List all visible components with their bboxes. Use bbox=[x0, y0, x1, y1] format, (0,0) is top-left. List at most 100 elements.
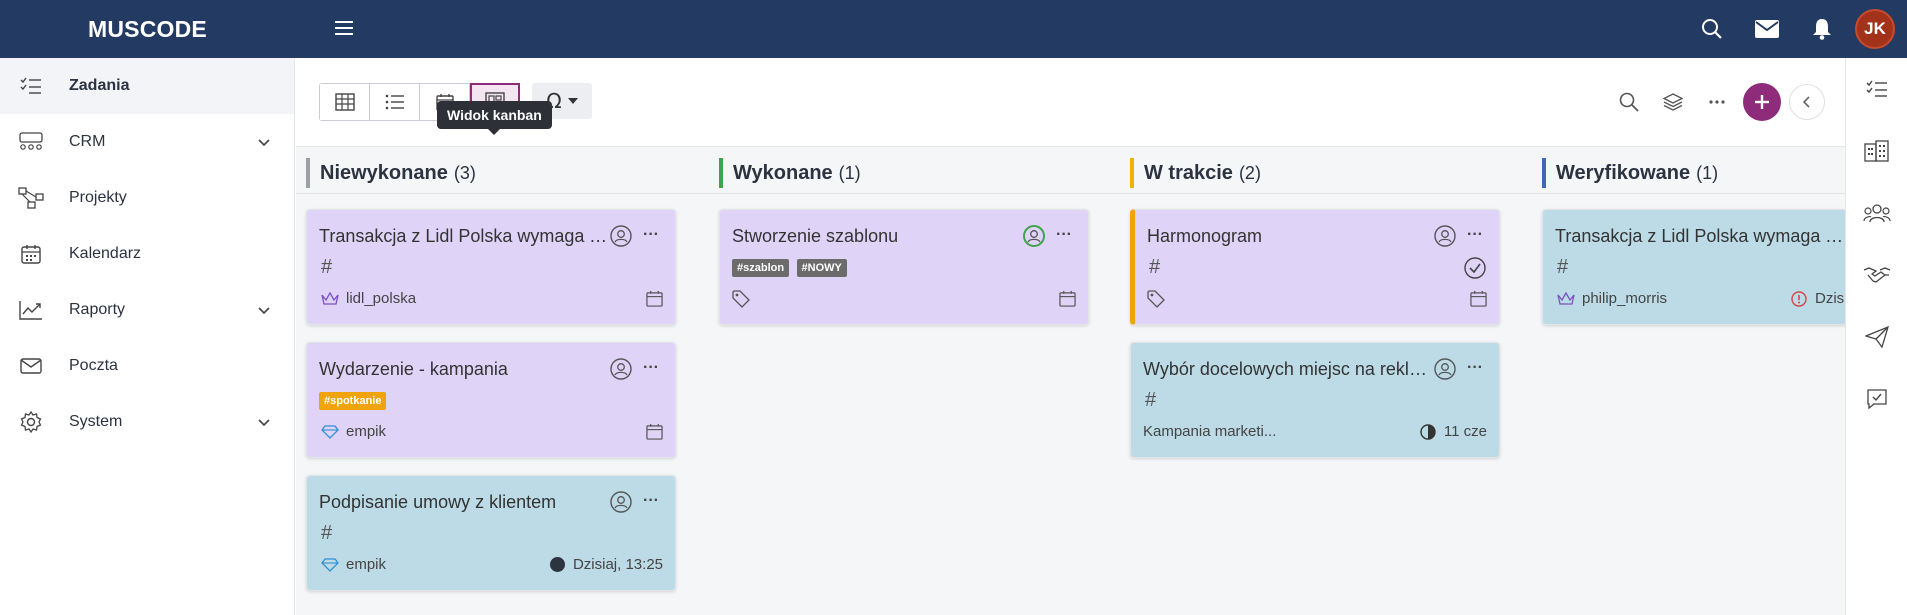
more-options-icon[interactable] bbox=[1695, 82, 1739, 122]
user-avatar-icon[interactable] bbox=[609, 357, 633, 381]
chat-check-icon[interactable] bbox=[1846, 368, 1907, 430]
due-date[interactable]: 11 cze bbox=[1420, 423, 1487, 440]
column-header: Niewykonane (3) bbox=[306, 158, 476, 188]
task-title[interactable]: Stworzenie szablonu bbox=[732, 226, 898, 247]
mail-icon[interactable] bbox=[1739, 0, 1794, 58]
hashtag-icon[interactable]: # bbox=[321, 522, 332, 545]
alert-circle-icon bbox=[1791, 290, 1807, 307]
task-card[interactable]: Transakcja z Lidl Polska wymaga T... ···… bbox=[306, 209, 676, 325]
client-name[interactable]: philip_morris bbox=[1582, 290, 1667, 307]
user-avatar-icon[interactable] bbox=[609, 224, 633, 248]
more-options-icon[interactable]: ··· bbox=[639, 223, 663, 247]
client-info: philip_morris bbox=[1555, 290, 1667, 307]
column-color-bar bbox=[306, 158, 310, 188]
task-title[interactable]: Wydarzenie - kampania bbox=[319, 359, 508, 380]
task-title[interactable]: Wybór docelowych miejsc na rekla... bbox=[1143, 359, 1433, 380]
calendar-icon[interactable] bbox=[646, 290, 663, 307]
more-options-icon[interactable]: ··· bbox=[1463, 223, 1487, 247]
search-icon[interactable] bbox=[1684, 0, 1739, 58]
user-avatar-icon[interactable] bbox=[1433, 357, 1457, 381]
chevron-down-icon[interactable] bbox=[258, 414, 270, 432]
due-date[interactable]: Dzisiaj, 13:25 bbox=[549, 556, 663, 573]
tasks-list-icon[interactable] bbox=[1846, 58, 1907, 120]
user-avatar-icon[interactable] bbox=[609, 490, 633, 514]
tag-badge[interactable]: #spotkanie bbox=[319, 392, 387, 410]
user-avatar-icon[interactable] bbox=[1022, 224, 1046, 248]
collapse-panel-button[interactable] bbox=[1789, 84, 1825, 120]
sidebar-item-projekty[interactable]: Projekty bbox=[0, 170, 294, 226]
hashtag-icon[interactable]: # bbox=[1557, 256, 1568, 279]
sidebar-item-label: Kalendarz bbox=[69, 245, 142, 262]
hamburger-menu-icon[interactable] bbox=[330, 14, 358, 42]
half-circle-icon bbox=[1420, 423, 1436, 440]
sidebar-item-raporty[interactable]: Raporty bbox=[0, 282, 294, 338]
list-view-button[interactable] bbox=[370, 84, 420, 120]
tag-list: #szablon #NOWY bbox=[732, 258, 850, 277]
chevron-down-icon[interactable] bbox=[258, 302, 270, 320]
task-card[interactable]: Wydarzenie - kampania ··· #spotkanie emp… bbox=[306, 342, 676, 458]
due-date[interactable]: Dzis bbox=[1791, 290, 1844, 307]
buildings-icon[interactable] bbox=[1846, 120, 1907, 182]
hashtag-icon[interactable]: # bbox=[321, 256, 332, 279]
sidebar-item-poczta[interactable]: Poczta bbox=[0, 338, 294, 394]
tag-icon[interactable] bbox=[1147, 290, 1165, 308]
table-view-button[interactable] bbox=[320, 84, 370, 120]
chevron-left-icon bbox=[1803, 96, 1810, 108]
task-title[interactable]: Harmonogram bbox=[1147, 226, 1262, 247]
task-card[interactable]: Wybór docelowych miejsc na rekla... ··· … bbox=[1130, 342, 1500, 458]
tag-list: #spotkanie bbox=[319, 391, 389, 410]
more-options-icon[interactable]: ··· bbox=[1463, 356, 1487, 380]
more-options-icon[interactable]: ··· bbox=[639, 489, 663, 513]
task-card[interactable]: Stworzenie szablonu ··· #szablon #NOWY bbox=[719, 209, 1089, 325]
crm-people-icon bbox=[18, 129, 44, 155]
column-count: (1) bbox=[1696, 162, 1719, 183]
add-task-button[interactable] bbox=[1743, 83, 1781, 121]
calendar-icon[interactable] bbox=[646, 423, 663, 440]
hashtag-icon[interactable]: # bbox=[1149, 256, 1160, 279]
user-avatar-icon[interactable] bbox=[1433, 224, 1457, 248]
tag-icon[interactable] bbox=[732, 290, 750, 308]
check-circle-icon[interactable] bbox=[1463, 256, 1487, 280]
bell-icon[interactable] bbox=[1794, 0, 1849, 58]
task-card[interactable]: Harmonogram ··· # bbox=[1130, 209, 1500, 325]
sidebar-item-label: Zadania bbox=[69, 77, 130, 94]
column-color-bar bbox=[719, 158, 723, 188]
calendar-icon[interactable] bbox=[1059, 290, 1076, 307]
sidebar-item-system[interactable]: System bbox=[0, 394, 294, 450]
task-title[interactable]: Podpisanie umowy z klientem bbox=[319, 492, 556, 513]
search-icon[interactable] bbox=[1607, 82, 1651, 122]
calendar-icon[interactable] bbox=[1470, 290, 1487, 307]
client-name[interactable]: lidl_polska bbox=[346, 290, 416, 307]
client-name[interactable]: empik bbox=[346, 423, 386, 440]
sidebar-item-zadania[interactable]: Zadania bbox=[0, 58, 294, 114]
avatar[interactable]: JK bbox=[1855, 9, 1895, 49]
table-view-icon bbox=[334, 93, 355, 111]
task-card[interactable]: Podpisanie umowy z klientem ··· # empik … bbox=[306, 475, 676, 591]
tag-badge[interactable]: #szablon bbox=[732, 259, 790, 277]
column-header: W trakcie (2) bbox=[1130, 158, 1261, 188]
tag-badge[interactable]: #NOWY bbox=[796, 259, 847, 277]
task-title[interactable]: Transakcja z Lidl Polska wymaga T... bbox=[319, 226, 609, 247]
chevron-down-icon[interactable] bbox=[258, 134, 270, 152]
due-date-text: Dzis bbox=[1815, 290, 1845, 307]
brand-logo[interactable]: MUSCODE bbox=[0, 0, 295, 58]
task-title[interactable]: Transakcja z Lidl Polska wymaga T... bbox=[1555, 226, 1845, 247]
client-name[interactable]: empik bbox=[346, 556, 386, 573]
send-icon[interactable] bbox=[1846, 306, 1907, 368]
more-options-icon[interactable]: ··· bbox=[1052, 223, 1076, 247]
handshake-icon[interactable] bbox=[1846, 244, 1907, 306]
caret-down-icon bbox=[567, 98, 578, 104]
layers-icon[interactable] bbox=[1651, 82, 1695, 122]
project-name[interactable]: Kampania marketi... bbox=[1143, 423, 1276, 440]
hashtag-icon[interactable]: # bbox=[1145, 389, 1156, 412]
users-group-icon[interactable] bbox=[1846, 182, 1907, 244]
sidebar-item-crm[interactable]: CRM bbox=[0, 114, 294, 170]
right-rail bbox=[1845, 58, 1907, 615]
plus-icon bbox=[1755, 95, 1769, 109]
more-options-icon[interactable]: ··· bbox=[639, 356, 663, 380]
sidebar-item-kalendarz[interactable]: Kalendarz bbox=[0, 226, 294, 282]
tasks-list-icon bbox=[18, 73, 44, 99]
task-card[interactable]: Transakcja z Lidl Polska wymaga T... # p… bbox=[1542, 209, 1845, 325]
mail-icon bbox=[18, 353, 44, 379]
client-info: empik bbox=[319, 556, 386, 573]
